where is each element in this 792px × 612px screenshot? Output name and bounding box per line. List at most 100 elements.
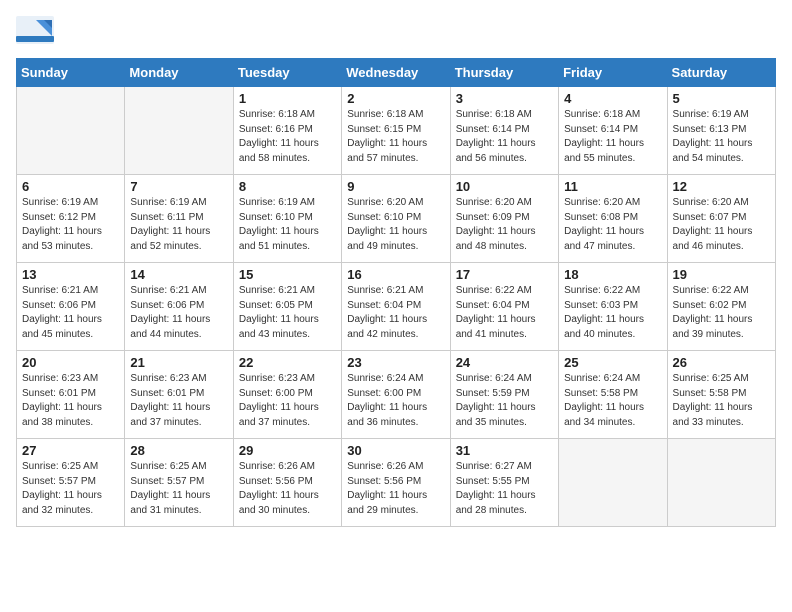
day-info: Sunrise: 6:21 AMSunset: 6:04 PMDaylight:… bbox=[347, 284, 444, 342]
calendar-cell: 2Sunrise: 6:18 AMSunset: 6:15 PMDaylight… bbox=[342, 87, 450, 175]
day-number: 3 bbox=[456, 91, 553, 106]
day-number: 31 bbox=[456, 443, 553, 458]
calendar-week-1: 1Sunrise: 6:18 AMSunset: 6:16 PMDaylight… bbox=[17, 87, 776, 175]
day-info: Sunrise: 6:23 AMSunset: 6:01 PMDaylight:… bbox=[130, 372, 227, 430]
day-number: 10 bbox=[456, 179, 553, 194]
logo bbox=[16, 16, 60, 48]
day-number: 19 bbox=[673, 267, 770, 282]
day-info: Sunrise: 6:22 AMSunset: 6:04 PMDaylight:… bbox=[456, 284, 553, 342]
calendar-week-3: 13 Sunrise: 6:21 AMSunset: 6:06 PMDayligh… bbox=[17, 263, 776, 351]
day-info: Sunrise: 6:21 AMSunset: 6:06 PMDaylight:… bbox=[22, 284, 119, 342]
day-info: Sunrise: 6:19 AMSunset: 6:13 PMDaylight:… bbox=[673, 108, 770, 166]
calendar-cell bbox=[125, 87, 233, 175]
calendar-cell: 19 Sunrise: 6:22 AMSunset: 6:02 PMDayligh… bbox=[667, 263, 775, 351]
calendar-cell: 30Sunrise: 6:26 AMSunset: 5:56 PMDayligh… bbox=[342, 439, 450, 527]
day-number: 18 bbox=[564, 267, 661, 282]
day-info: Sunrise: 6:19 AMSunset: 6:11 PMDaylight:… bbox=[130, 196, 227, 254]
day-number: 28 bbox=[130, 443, 227, 458]
day-number: 9 bbox=[347, 179, 444, 194]
day-info: Sunrise: 6:18 AMSunset: 6:16 PMDaylight:… bbox=[239, 108, 336, 166]
day-number: 8 bbox=[239, 179, 336, 194]
calendar-cell: 25 Sunrise: 6:24 AMSunset: 5:58 PMDayligh… bbox=[559, 351, 667, 439]
calendar-cell: 27 Sunrise: 6:25 AMSunset: 5:57 PMDayligh… bbox=[17, 439, 125, 527]
calendar-cell: 6 Sunrise: 6:19 AMSunset: 6:12 PMDaylight… bbox=[17, 175, 125, 263]
day-info: Sunrise: 6:24 AMSunset: 5:59 PMDaylight:… bbox=[456, 372, 553, 430]
calendar-cell: 10Sunrise: 6:20 AMSunset: 6:09 PMDayligh… bbox=[450, 175, 558, 263]
day-number: 17 bbox=[456, 267, 553, 282]
day-number: 14 bbox=[130, 267, 227, 282]
calendar-cell: 3 Sunrise: 6:18 AMSunset: 6:14 PMDaylight… bbox=[450, 87, 558, 175]
day-info: Sunrise: 6:19 AMSunset: 6:10 PMDaylight:… bbox=[239, 196, 336, 254]
col-header-sunday: Sunday bbox=[17, 59, 125, 87]
day-info: Sunrise: 6:21 AMSunset: 6:06 PMDaylight:… bbox=[130, 284, 227, 342]
day-info: Sunrise: 6:24 AMSunset: 5:58 PMDaylight:… bbox=[564, 372, 661, 430]
col-header-friday: Friday bbox=[559, 59, 667, 87]
day-number: 24 bbox=[456, 355, 553, 370]
day-info: Sunrise: 6:26 AMSunset: 5:56 PMDaylight:… bbox=[347, 460, 444, 518]
calendar-cell: 12 Sunrise: 6:20 AMSunset: 6:07 PMDayligh… bbox=[667, 175, 775, 263]
day-info: Sunrise: 6:25 AMSunset: 5:57 PMDaylight:… bbox=[22, 460, 119, 518]
day-number: 22 bbox=[239, 355, 336, 370]
day-number: 6 bbox=[22, 179, 119, 194]
calendar-header: SundayMondayTuesdayWednesdayThursdayFrid… bbox=[17, 59, 776, 87]
day-info: Sunrise: 6:18 AMSunset: 6:14 PMDaylight:… bbox=[456, 108, 553, 166]
day-number: 25 bbox=[564, 355, 661, 370]
day-info: Sunrise: 6:22 AMSunset: 6:03 PMDaylight:… bbox=[564, 284, 661, 342]
calendar-cell: 21Sunrise: 6:23 AMSunset: 6:01 PMDayligh… bbox=[125, 351, 233, 439]
day-number: 11 bbox=[564, 179, 661, 194]
day-info: Sunrise: 6:24 AMSunset: 6:00 PMDaylight:… bbox=[347, 372, 444, 430]
day-number: 27 bbox=[22, 443, 119, 458]
col-header-monday: Monday bbox=[125, 59, 233, 87]
day-number: 13 bbox=[22, 267, 119, 282]
day-info: Sunrise: 6:23 AMSunset: 6:01 PMDaylight:… bbox=[22, 372, 119, 430]
day-number: 12 bbox=[673, 179, 770, 194]
calendar-table: SundayMondayTuesdayWednesdayThursdayFrid… bbox=[16, 58, 776, 527]
calendar-cell: 17 Sunrise: 6:22 AMSunset: 6:04 PMDayligh… bbox=[450, 263, 558, 351]
day-info: Sunrise: 6:25 AMSunset: 5:58 PMDaylight:… bbox=[673, 372, 770, 430]
col-header-saturday: Saturday bbox=[667, 59, 775, 87]
day-number: 15 bbox=[239, 267, 336, 282]
day-info: Sunrise: 6:26 AMSunset: 5:56 PMDaylight:… bbox=[239, 460, 336, 518]
calendar-cell: 16 Sunrise: 6:21 AMSunset: 6:04 PMDayligh… bbox=[342, 263, 450, 351]
calendar-cell: 18 Sunrise: 6:22 AMSunset: 6:03 PMDayligh… bbox=[559, 263, 667, 351]
calendar-week-5: 27 Sunrise: 6:25 AMSunset: 5:57 PMDayligh… bbox=[17, 439, 776, 527]
day-number: 20 bbox=[22, 355, 119, 370]
calendar-week-4: 20 Sunrise: 6:23 AMSunset: 6:01 PMDayligh… bbox=[17, 351, 776, 439]
day-number: 23 bbox=[347, 355, 444, 370]
day-number: 16 bbox=[347, 267, 444, 282]
day-info: Sunrise: 6:20 AMSunset: 6:08 PMDaylight:… bbox=[564, 196, 661, 254]
calendar-week-2: 6 Sunrise: 6:19 AMSunset: 6:12 PMDaylight… bbox=[17, 175, 776, 263]
day-number: 7 bbox=[130, 179, 227, 194]
calendar-cell: 31 Sunrise: 6:27 AMSunset: 5:55 PMDayligh… bbox=[450, 439, 558, 527]
calendar-cell bbox=[559, 439, 667, 527]
day-info: Sunrise: 6:25 AMSunset: 5:57 PMDaylight:… bbox=[130, 460, 227, 518]
calendar-cell: 26 Sunrise: 6:25 AMSunset: 5:58 PMDayligh… bbox=[667, 351, 775, 439]
day-info: Sunrise: 6:21 AMSunset: 6:05 PMDaylight:… bbox=[239, 284, 336, 342]
day-info: Sunrise: 6:22 AMSunset: 6:02 PMDaylight:… bbox=[673, 284, 770, 342]
calendar-cell: 20 Sunrise: 6:23 AMSunset: 6:01 PMDayligh… bbox=[17, 351, 125, 439]
calendar-cell bbox=[17, 87, 125, 175]
page-header bbox=[16, 16, 776, 48]
col-header-tuesday: Tuesday bbox=[233, 59, 341, 87]
calendar-cell: 23 Sunrise: 6:24 AMSunset: 6:00 PMDayligh… bbox=[342, 351, 450, 439]
logo-icon bbox=[16, 16, 56, 48]
calendar-cell: 24 Sunrise: 6:24 AMSunset: 5:59 PMDayligh… bbox=[450, 351, 558, 439]
day-number: 26 bbox=[673, 355, 770, 370]
day-info: Sunrise: 6:23 AMSunset: 6:00 PMDaylight:… bbox=[239, 372, 336, 430]
col-header-thursday: Thursday bbox=[450, 59, 558, 87]
calendar-cell: 9 Sunrise: 6:20 AMSunset: 6:10 PMDaylight… bbox=[342, 175, 450, 263]
day-info: Sunrise: 6:19 AMSunset: 6:12 PMDaylight:… bbox=[22, 196, 119, 254]
day-info: Sunrise: 6:20 AMSunset: 6:07 PMDaylight:… bbox=[673, 196, 770, 254]
calendar-cell: 1Sunrise: 6:18 AMSunset: 6:16 PMDaylight… bbox=[233, 87, 341, 175]
day-info: Sunrise: 6:20 AMSunset: 6:10 PMDaylight:… bbox=[347, 196, 444, 254]
day-number: 5 bbox=[673, 91, 770, 106]
calendar-cell: 11 Sunrise: 6:20 AMSunset: 6:08 PMDayligh… bbox=[559, 175, 667, 263]
calendar-cell: 29 Sunrise: 6:26 AMSunset: 5:56 PMDayligh… bbox=[233, 439, 341, 527]
col-header-wednesday: Wednesday bbox=[342, 59, 450, 87]
day-info: Sunrise: 6:27 AMSunset: 5:55 PMDaylight:… bbox=[456, 460, 553, 518]
day-number: 4 bbox=[564, 91, 661, 106]
calendar-cell: 5 Sunrise: 6:19 AMSunset: 6:13 PMDaylight… bbox=[667, 87, 775, 175]
day-number: 29 bbox=[239, 443, 336, 458]
calendar-cell bbox=[667, 439, 775, 527]
calendar-cell: 15 Sunrise: 6:21 AMSunset: 6:05 PMDayligh… bbox=[233, 263, 341, 351]
